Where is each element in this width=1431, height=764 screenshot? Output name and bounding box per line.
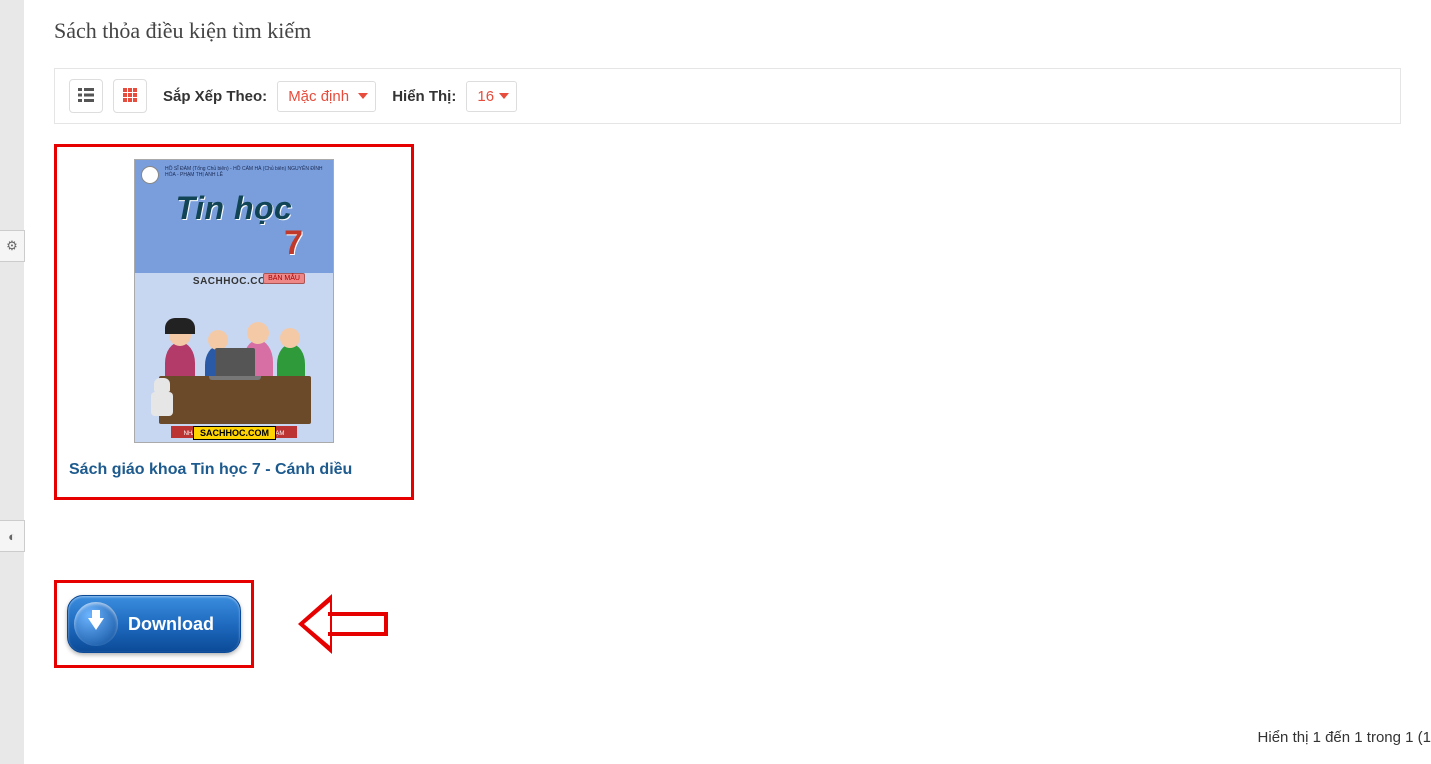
cover-watermark: SACHHOC.COM (193, 426, 276, 440)
book-cover: HỒ SĨ ĐÀM (Tổng Chủ biên) - HỒ CẨM HÀ (C… (134, 159, 334, 443)
product-title[interactable]: Sách giáo khoa Tin học 7 - Cánh diều (69, 461, 399, 479)
cover-credits: HỒ SĨ ĐÀM (Tổng Chủ biên) - HỒ CẨM HÀ (C… (165, 166, 327, 178)
results-heading: Sách thỏa điều kiện tìm kiếm (54, 18, 1401, 44)
sort-label: Sắp Xếp Theo: (163, 88, 267, 105)
view-grid-button[interactable] (113, 79, 147, 113)
cover-title: Tin học (135, 190, 333, 227)
publisher-logo-icon (141, 166, 159, 184)
page: ⚙ ◐ Sách thỏa điều kiện tìm kiếm Sắp Xếp… (0, 0, 1431, 764)
list-icon (78, 88, 94, 105)
pagination-text: Hiển thị 1 đến 1 trong 1 (1 (1258, 729, 1431, 746)
main-content: Sách thỏa điều kiện tìm kiếm Sắp Xếp The… (24, 0, 1431, 764)
side-rail: ⚙ ◐ (0, 0, 24, 764)
product-card[interactable]: HỒ SĨ ĐÀM (Tổng Chủ biên) - HỒ CẨM HÀ (C… (54, 144, 414, 500)
cover-badge: BẢN MẪU (263, 273, 305, 284)
download-label: Download (128, 614, 214, 635)
gear-icon: ⚙ (6, 238, 18, 254)
show-select[interactable]: 16 (466, 81, 517, 112)
view-list-button[interactable] (69, 79, 103, 113)
download-button[interactable]: Download (67, 595, 241, 653)
side-tool-theme[interactable]: ◐ (0, 520, 25, 552)
download-highlight-box: Download (54, 580, 254, 668)
download-zone: Download (54, 580, 1401, 668)
contrast-icon: ◐ (8, 529, 16, 544)
annotation-arrow-icon (294, 594, 388, 654)
show-label: Hiển Thị: (392, 88, 456, 105)
cover-grade: 7 (284, 224, 303, 263)
sort-select[interactable]: Mặc định (277, 81, 376, 112)
side-tool-settings[interactable]: ⚙ (0, 230, 25, 262)
results-toolbar: Sắp Xếp Theo: Mặc định Hiển Thị: 16 (54, 68, 1401, 124)
cover-wrap: HỒ SĨ ĐÀM (Tổng Chủ biên) - HỒ CẨM HÀ (C… (69, 159, 399, 443)
grid-icon (123, 88, 137, 105)
cover-illustration: NHÀ XUẤT BẢN ĐẠI HỌC SƯ PHẠM (135, 292, 333, 442)
download-arrow-icon (74, 602, 118, 646)
